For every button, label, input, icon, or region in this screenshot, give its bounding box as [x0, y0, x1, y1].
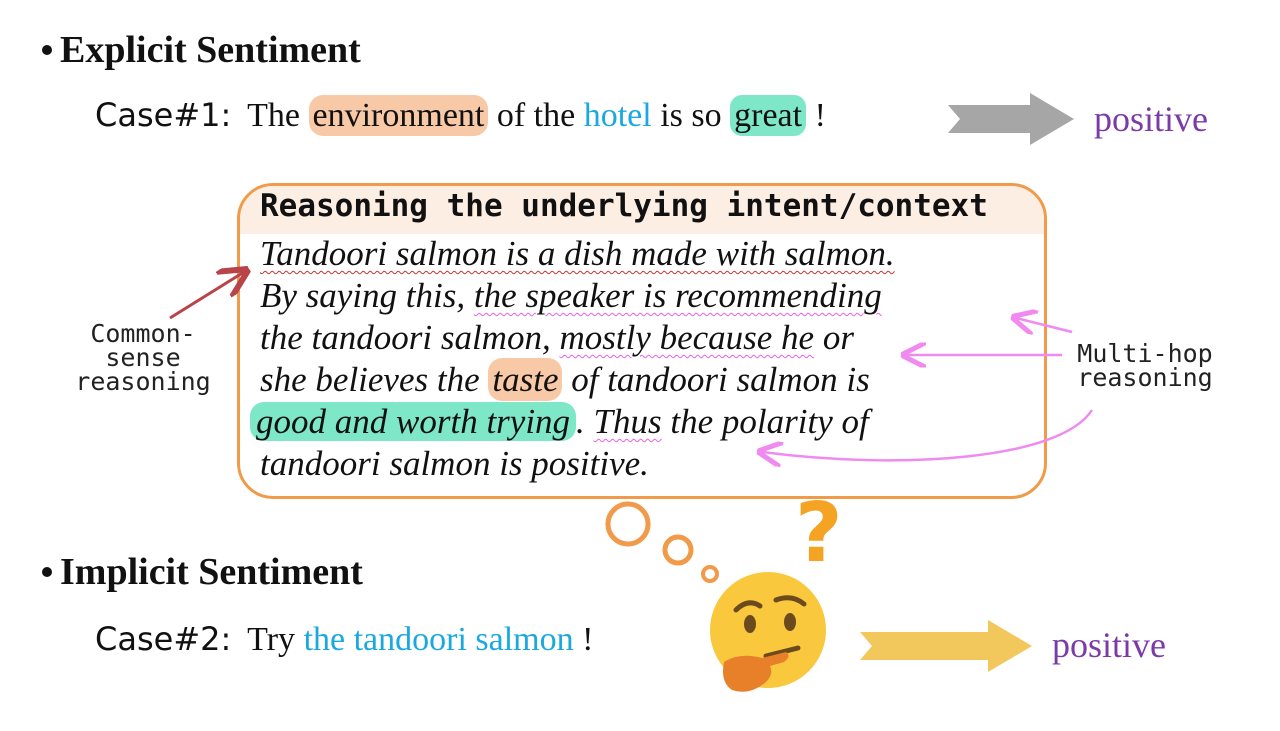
- target-tandoori-salmon: the tandoori salmon: [303, 621, 574, 658]
- case2-word-try: Try: [247, 621, 296, 658]
- bullet-icon: [42, 567, 52, 578]
- thinking-face-icon: [710, 572, 826, 692]
- implicit-sentiment-heading: Implicit Sentiment: [42, 550, 363, 594]
- yellow-arrow-icon: [860, 620, 1032, 672]
- case2-sentence: Case#2: Try the tandoori salmon !: [95, 620, 593, 659]
- commonsense-arrow-icon: [169, 272, 244, 320]
- case2-label: Case#2:: [95, 620, 232, 658]
- case2-exclaim: !: [582, 621, 594, 658]
- multihop-arrow-1-icon: [1016, 318, 1073, 332]
- implicit-heading-text: Implicit Sentiment: [60, 551, 363, 593]
- multihop-arrow-3-icon: [762, 409, 1094, 460]
- case2-result: positive: [1052, 625, 1166, 665]
